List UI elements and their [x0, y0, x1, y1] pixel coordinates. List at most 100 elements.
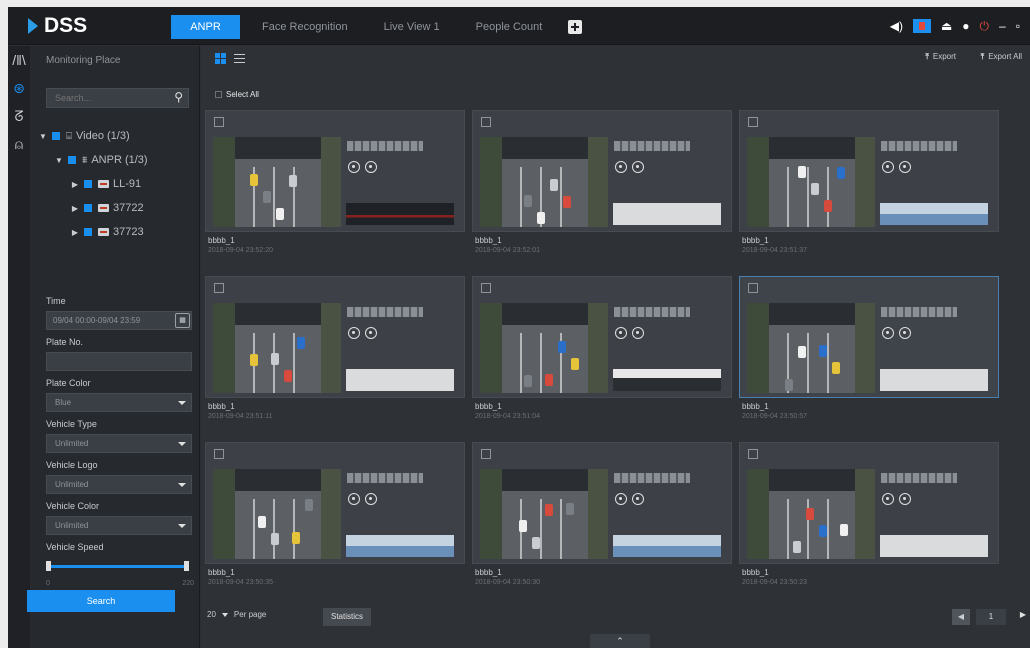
capture-card[interactable]	[205, 110, 465, 232]
capture-checkbox[interactable]	[214, 449, 224, 459]
vehicle-color-select[interactable]: Unlimited	[46, 516, 192, 535]
search-icon[interactable]: ⚲	[174, 90, 183, 104]
tab-anpr[interactable]: ANPR	[171, 15, 240, 39]
tree-node-ll91[interactable]: ▶ LL-91	[30, 172, 200, 196]
tree-node-37722[interactable]: ▶ 37722	[30, 196, 200, 220]
playback-icon[interactable]	[348, 493, 360, 505]
chevron-down-icon[interactable]: ▼	[38, 132, 48, 141]
playback-icon[interactable]	[615, 493, 627, 505]
capture-checkbox[interactable]	[214, 283, 224, 293]
plate-no-field[interactable]	[46, 352, 192, 371]
slider-min-handle[interactable]	[46, 561, 51, 571]
locate-icon[interactable]	[899, 493, 911, 505]
tab-live-view-1[interactable]: Live View 1	[370, 15, 454, 39]
tree-checkbox[interactable]	[68, 156, 76, 164]
device-search[interactable]: ⚲	[46, 88, 189, 108]
capture-snapshot[interactable]	[213, 303, 341, 393]
capture-card[interactable]	[205, 276, 465, 398]
checkbox-icon[interactable]	[215, 91, 222, 98]
locate-icon[interactable]	[899, 327, 911, 339]
playback-icon[interactable]	[615, 161, 627, 173]
road-icon[interactable]: /‖\	[8, 46, 30, 74]
per-page-select[interactable]: 20 Per page	[207, 610, 266, 619]
collapse-panel-button[interactable]: ⌃	[590, 634, 650, 648]
export-all-button[interactable]: ⤒ Export All	[981, 52, 1022, 62]
time-range-field[interactable]: 09/04 00:00-09/04 23:59 ▦	[46, 311, 192, 330]
speed-range-slider[interactable]	[46, 558, 194, 578]
capture-card[interactable]	[739, 442, 999, 564]
user-icon[interactable]: ⏏	[941, 19, 952, 33]
capture-card[interactable]	[472, 110, 732, 232]
capture-checkbox[interactable]	[481, 283, 491, 293]
statistics-button[interactable]: Statistics	[323, 608, 371, 626]
locate-icon[interactable]	[632, 161, 644, 173]
add-tab-icon[interactable]	[568, 20, 583, 34]
locate-icon[interactable]	[365, 327, 377, 339]
slider-max-handle[interactable]	[184, 561, 189, 571]
capture-snapshot[interactable]	[747, 303, 875, 393]
tree-checkbox[interactable]	[52, 132, 60, 140]
tree-node-37723[interactable]: ▶ 37723	[30, 220, 200, 244]
capture-snapshot[interactable]	[480, 137, 608, 227]
capture-card[interactable]	[205, 442, 465, 564]
calendar-icon[interactable]: ▦	[175, 313, 190, 328]
tree-checkbox[interactable]	[84, 204, 92, 212]
capture-checkbox[interactable]	[748, 117, 758, 127]
capture-card[interactable]	[472, 276, 732, 398]
capture-snapshot[interactable]	[747, 137, 875, 227]
chevron-right-icon[interactable]: ▶	[70, 204, 80, 213]
capture-card[interactable]	[739, 110, 999, 232]
locate-icon[interactable]	[365, 161, 377, 173]
capture-checkbox[interactable]	[481, 117, 491, 127]
playback-icon[interactable]	[348, 327, 360, 339]
playback-icon[interactable]	[882, 327, 894, 339]
playback-icon[interactable]	[348, 161, 360, 173]
chevron-right-icon[interactable]: ▶	[70, 180, 80, 189]
plate-color-select[interactable]: Blue	[46, 393, 192, 412]
grid-view-icon[interactable]	[215, 52, 226, 64]
capture-card[interactable]	[472, 442, 732, 564]
search-input[interactable]	[47, 89, 162, 107]
capture-snapshot[interactable]	[747, 469, 875, 559]
tab-people-count[interactable]: People Count	[462, 15, 557, 39]
select-all-checkbox[interactable]: Select All	[215, 90, 259, 99]
playback-icon[interactable]	[882, 493, 894, 505]
tab-face-recognition[interactable]: Face Recognition	[248, 15, 362, 39]
steering-wheel-icon[interactable]: ⊛	[8, 74, 30, 102]
capture-snapshot[interactable]	[480, 303, 608, 393]
vehicle-type-select[interactable]: Unlimited	[46, 434, 192, 453]
chevron-down-icon[interactable]: ▼	[54, 156, 64, 165]
next-page-button[interactable]: ▶	[1020, 610, 1026, 619]
gear-icon[interactable]: ●	[962, 19, 969, 33]
capture-checkbox[interactable]	[214, 117, 224, 127]
vehicle-logo-select[interactable]: Unlimited	[46, 475, 192, 494]
page-number-input[interactable]: 1	[976, 609, 1006, 625]
capture-checkbox[interactable]	[748, 449, 758, 459]
capture-snapshot[interactable]	[480, 469, 608, 559]
capture-snapshot[interactable]	[213, 469, 341, 559]
capture-checkbox[interactable]	[481, 449, 491, 459]
power-icon[interactable]: ⏻	[980, 19, 990, 34]
locate-icon[interactable]	[365, 493, 377, 505]
route-icon[interactable]: ᘔ	[8, 102, 30, 130]
capture-checkbox[interactable]	[748, 283, 758, 293]
locate-icon[interactable]	[632, 327, 644, 339]
capture-card[interactable]	[739, 276, 999, 398]
tree-checkbox[interactable]	[84, 180, 92, 188]
locate-icon[interactable]	[632, 493, 644, 505]
speaker-icon[interactable]: ◀)	[890, 19, 903, 33]
chevron-right-icon[interactable]: ▶	[70, 228, 80, 237]
alarm-bell-icon[interactable]: ⍝	[8, 130, 30, 158]
search-button[interactable]: Search	[27, 590, 175, 612]
alarm-icon[interactable]	[912, 19, 931, 33]
tree-node-anpr[interactable]: ▼ ⩩ ANPR (1/3)	[30, 148, 200, 172]
playback-icon[interactable]	[615, 327, 627, 339]
tree-checkbox[interactable]	[84, 228, 92, 236]
playback-icon[interactable]	[882, 161, 894, 173]
locate-icon[interactable]	[899, 161, 911, 173]
maximize-icon[interactable]: ▫	[1016, 19, 1020, 33]
minimize-icon[interactable]: –	[999, 19, 1006, 33]
export-button[interactable]: ⤒ Export	[925, 52, 956, 62]
tree-node-video[interactable]: ▼ ⌸ Video (1/3)	[30, 124, 200, 148]
prev-page-button[interactable]: ◀	[952, 609, 970, 625]
